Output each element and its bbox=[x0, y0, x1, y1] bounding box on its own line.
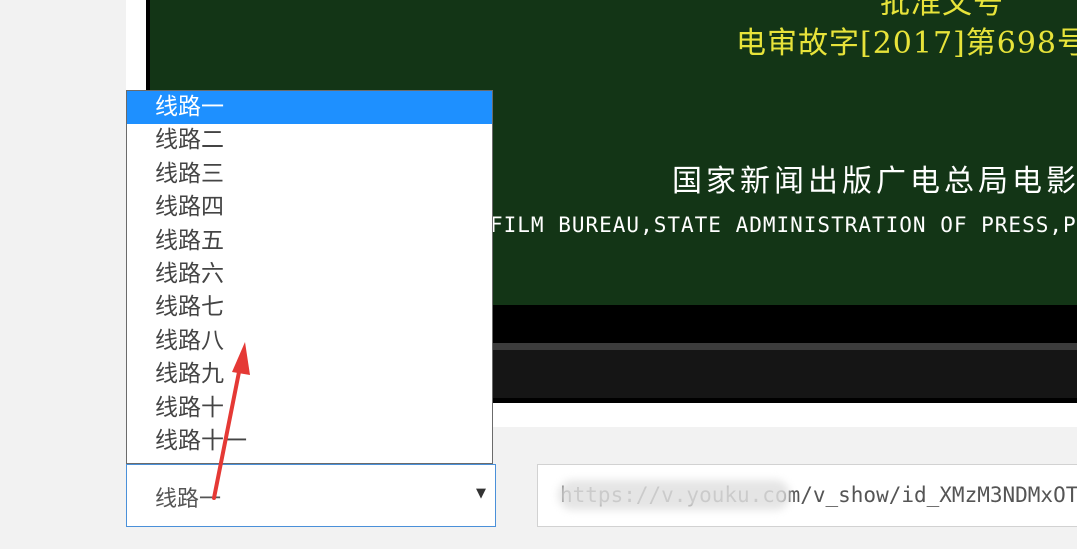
caret-down-icon[interactable]: ▼ bbox=[476, 486, 486, 501]
route-option[interactable]: 线路八 bbox=[127, 325, 492, 358]
route-option[interactable]: 线路四 bbox=[127, 191, 492, 224]
route-option[interactable]: 线路六 bbox=[127, 258, 492, 291]
route-option[interactable]: 线路七 bbox=[127, 291, 492, 324]
route-option[interactable]: 线路三 bbox=[127, 158, 492, 191]
route-option[interactable]: 线路十一 bbox=[127, 425, 492, 458]
video-bureau-en: FILM BUREAU,STATE ADMINISTRATION OF PRES… bbox=[490, 213, 1077, 237]
route-select[interactable]: 线路一 ▼ bbox=[126, 464, 496, 527]
route-option[interactable]: 线路二 bbox=[127, 124, 492, 157]
left-gutter bbox=[0, 0, 126, 549]
route-option[interactable]: 线路五 bbox=[127, 225, 492, 258]
route-option[interactable]: 线路九 bbox=[127, 358, 492, 391]
video-approval-text: 电审故字[2017]第698号 bbox=[736, 26, 1077, 61]
video-bureau-cn: 国家新闻出版广电总局电影局 bbox=[672, 164, 1077, 199]
route-dropdown-list[interactable]: 线路一 线路二 线路三 线路四 线路五 线路六 线路七 线路八 线路九 线路十 线路十一 bbox=[126, 90, 493, 464]
url-redaction-blur bbox=[558, 480, 790, 510]
route-select-value: 线路一 bbox=[155, 487, 222, 512]
route-option[interactable]: 线路一 bbox=[127, 91, 492, 125]
route-option[interactable]: 线路十 bbox=[127, 392, 492, 425]
